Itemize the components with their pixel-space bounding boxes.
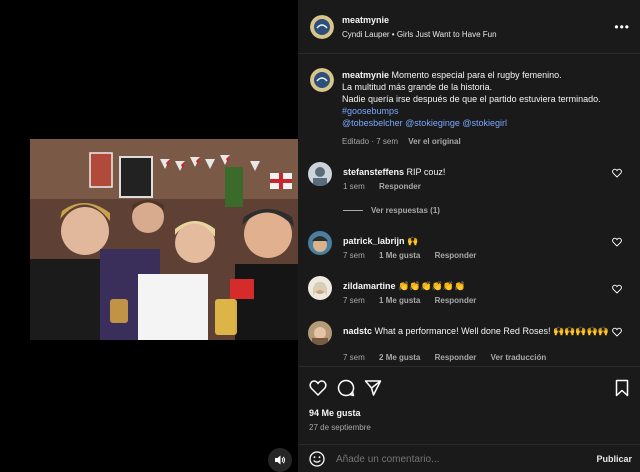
comment-time: 7 sem bbox=[343, 353, 365, 362]
comment-item: zildamartine 👏👏👏👏👏👏 7 sem 1 Me gusta Res… bbox=[308, 276, 630, 310]
comment-username[interactable]: nadstc bbox=[343, 326, 372, 336]
comment-time: 1 sem bbox=[343, 182, 365, 191]
post-side-panel: meatmynie Cyndi Lauper • Girls Just Want… bbox=[298, 0, 640, 472]
reply-button[interactable]: Responder bbox=[435, 296, 477, 305]
comment-username[interactable]: stefansteffens bbox=[343, 167, 404, 177]
more-options-icon[interactable]: ••• bbox=[614, 20, 630, 34]
caption-line-2: La multitud más grande de la historia. bbox=[342, 82, 493, 92]
avatar-image bbox=[308, 321, 332, 345]
heart-icon[interactable] bbox=[612, 327, 622, 337]
comment-item: nadstc What a performance! Well done Red… bbox=[308, 321, 630, 363]
comment-item: stefansteffens RIP couz! 1 sem Responder… bbox=[308, 162, 630, 215]
publish-button[interactable]: Publicar bbox=[596, 454, 632, 464]
author-username[interactable]: meatmynie bbox=[342, 15, 389, 25]
photo-illustration bbox=[30, 139, 298, 340]
comment-meta: 7 sem 2 Me gusta Responder Ver traducció… bbox=[343, 353, 558, 362]
commenter-avatar[interactable] bbox=[308, 321, 332, 345]
avatar-image bbox=[308, 231, 332, 255]
audio-track[interactable]: Cyndi Lauper • Girls Just Want to Have F… bbox=[342, 30, 497, 39]
view-replies-label[interactable]: Ver respuestas (1) bbox=[371, 206, 440, 215]
likes-count[interactable]: 94 Me gusta bbox=[309, 408, 361, 418]
post-header: meatmynie Cyndi Lauper • Girls Just Want… bbox=[298, 0, 640, 54]
mute-button[interactable] bbox=[268, 448, 292, 472]
see-original-link[interactable]: Ver el original bbox=[408, 137, 460, 146]
heart-icon[interactable] bbox=[612, 237, 622, 247]
author-avatar[interactable] bbox=[310, 15, 334, 39]
avatar-image bbox=[308, 162, 332, 186]
emoji-smiley-icon[interactable] bbox=[309, 451, 325, 467]
comment-bubble-icon[interactable] bbox=[337, 379, 355, 397]
reply-button[interactable]: Responder bbox=[379, 182, 421, 191]
comment-username[interactable]: zildamartine bbox=[343, 281, 396, 291]
bookmark-icon[interactable] bbox=[613, 379, 631, 397]
caption-meta: Editado · 7 sem Ver el original bbox=[342, 137, 461, 146]
comment-body: patrick_labrijn 🙌 bbox=[343, 235, 613, 247]
comment-likes[interactable]: 1 Me gusta bbox=[379, 251, 420, 260]
caption-line-3: Nadie quería irse después de que el part… bbox=[342, 94, 601, 104]
edited-label: Editado · 7 sem bbox=[342, 137, 399, 146]
comment-likes[interactable]: 2 Me gusta bbox=[379, 353, 420, 362]
caption-avatar[interactable] bbox=[310, 68, 334, 92]
like-heart-icon[interactable] bbox=[309, 379, 327, 397]
comment-item: patrick_labrijn 🙌 7 sem 1 Me gusta Respo… bbox=[308, 231, 630, 265]
comment-text: 👏👏👏👏👏👏 bbox=[398, 281, 466, 291]
comment-input[interactable] bbox=[336, 452, 576, 467]
avatar-badge-icon bbox=[310, 68, 334, 92]
comment-text: What a performance! Well done Red Roses!… bbox=[374, 326, 609, 336]
caption-username[interactable]: meatmynie bbox=[342, 70, 389, 80]
avatar-badge-icon bbox=[310, 15, 334, 39]
view-replies[interactable]: Ver respuestas (1) bbox=[343, 206, 452, 215]
speaker-icon bbox=[275, 455, 286, 465]
reply-button[interactable]: Responder bbox=[435, 251, 477, 260]
comment-text: 🙌 bbox=[407, 236, 419, 246]
comment-likes[interactable]: 1 Me gusta bbox=[379, 296, 420, 305]
commenter-avatar[interactable] bbox=[308, 162, 332, 186]
media-pane bbox=[0, 0, 298, 472]
comment-body: nadstc What a performance! Well done Red… bbox=[343, 325, 613, 337]
avatar-image bbox=[308, 276, 332, 300]
hashtag-link[interactable]: #goosebumps bbox=[342, 106, 399, 116]
comment-time: 7 sem bbox=[343, 296, 365, 305]
comment-body: stefansteffens RIP couz! bbox=[343, 166, 613, 178]
comment-body: zildamartine 👏👏👏👏👏👏 bbox=[343, 280, 613, 292]
add-comment-bar: Publicar bbox=[298, 444, 640, 472]
heart-icon[interactable] bbox=[612, 284, 622, 294]
reply-button[interactable]: Responder bbox=[435, 353, 477, 362]
comment-text: RIP couz! bbox=[406, 167, 446, 177]
see-translation-link[interactable]: Ver traducción bbox=[491, 353, 547, 362]
commenter-avatar[interactable] bbox=[308, 276, 332, 300]
replies-divider bbox=[343, 210, 363, 212]
comment-meta: 1 sem Responder bbox=[343, 182, 433, 191]
caption-line-1: Momento especial para el rugby femenino. bbox=[391, 70, 562, 80]
comment-username[interactable]: patrick_labrijn bbox=[343, 236, 405, 246]
post-date: 27 de septiembre bbox=[309, 423, 371, 432]
post-photo[interactable] bbox=[30, 139, 298, 340]
comment-time: 7 sem bbox=[343, 251, 365, 260]
heart-icon[interactable] bbox=[612, 168, 622, 178]
caption: meatmynie Momento especial para el rugby… bbox=[342, 69, 632, 129]
comment-meta: 7 sem 1 Me gusta Responder bbox=[343, 296, 488, 305]
comment-meta: 7 sem 1 Me gusta Responder bbox=[343, 251, 488, 260]
commenter-avatar[interactable] bbox=[308, 231, 332, 255]
share-paper-plane-icon[interactable] bbox=[364, 379, 382, 397]
mentions-link[interactable]: @tobesbelcher @stokieginge @stokiegirl bbox=[342, 118, 507, 128]
